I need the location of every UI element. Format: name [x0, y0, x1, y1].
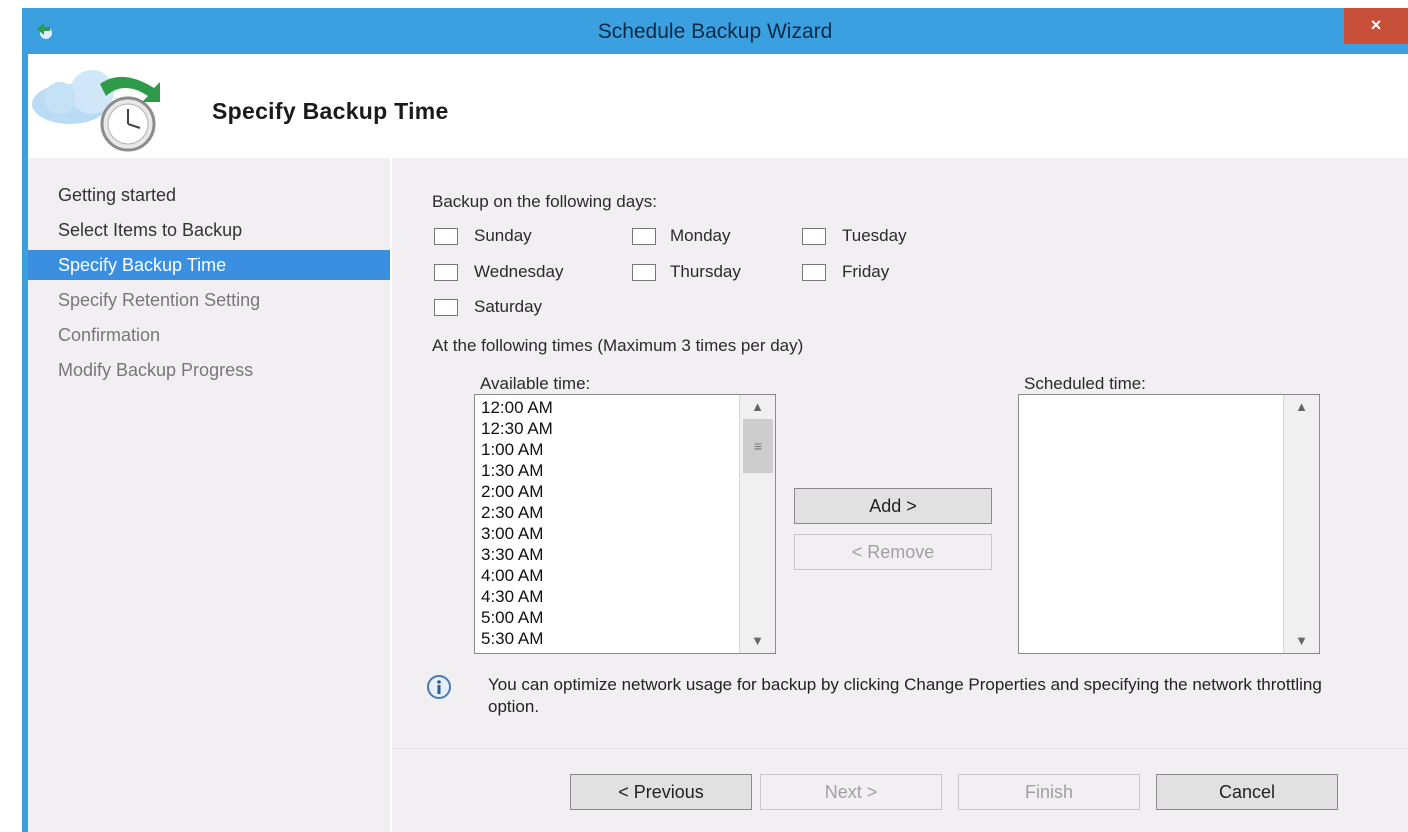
- cloud-clock-icon: [32, 70, 160, 152]
- finish-button[interactable]: Finish: [958, 774, 1140, 810]
- title-bar: Schedule Backup Wizard ×: [22, 8, 1408, 54]
- available-time-option[interactable]: 3:30 AM: [481, 544, 553, 565]
- times-heading: At the following times (Maximum 3 times …: [432, 336, 804, 355]
- label-monday: Monday: [670, 226, 731, 245]
- next-button[interactable]: Next >: [760, 774, 942, 810]
- checkbox-sunday[interactable]: [434, 228, 458, 245]
- nav-step-retention-setting[interactable]: Specify Retention Setting: [28, 285, 390, 315]
- label-friday: Friday: [842, 262, 890, 281]
- nav-step-specify-backup-time[interactable]: Specify Backup Time: [28, 250, 390, 280]
- label-wednesday: Wednesday: [474, 262, 564, 281]
- available-time-option[interactable]: 2:30 AM: [481, 502, 553, 523]
- scheduled-time-label: Scheduled time:: [1024, 374, 1146, 393]
- nav-step-select-items[interactable]: Select Items to Backup: [28, 215, 390, 245]
- available-time-option[interactable]: 5:00 AM: [481, 607, 553, 628]
- checkbox-monday[interactable]: [632, 228, 656, 245]
- available-time-option[interactable]: 1:00 AM: [481, 439, 553, 460]
- available-time-option[interactable]: 5:30 AM: [481, 628, 553, 649]
- close-button[interactable]: ×: [1344, 8, 1408, 44]
- wizard-content: Backup on the following days: Sunday Mon…: [392, 158, 1408, 832]
- available-time-option[interactable]: 3:00 AM: [481, 523, 553, 544]
- label-thursday: Thursday: [670, 262, 741, 281]
- checkbox-friday[interactable]: [802, 264, 826, 281]
- label-saturday: Saturday: [474, 297, 543, 316]
- available-time-items: 12:00 AM 12:30 AM 1:00 AM 1:30 AM 2:00 AM 2:3…: [481, 397, 553, 649]
- days-heading: Backup on the following days:: [432, 192, 657, 211]
- available-time-list[interactable]: 12:00 AM 12:30 AM 1:00 AM 1:30 AM 2:00 AM 2:3…: [474, 394, 776, 654]
- available-list-scrollbar[interactable]: ▲ ≡ ▼: [739, 395, 775, 653]
- wizard-window: Schedule Backup Wizard × Specify Backup …: [22, 8, 1408, 832]
- cancel-button[interactable]: Cancel: [1156, 774, 1338, 810]
- label-sunday: Sunday: [474, 226, 532, 245]
- checkbox-wednesday[interactable]: [434, 264, 458, 281]
- available-time-option[interactable]: 1:30 AM: [481, 460, 553, 481]
- wizard-header: Specify Backup Time: [28, 54, 1408, 158]
- wizard-step-nav: Getting started Select Items to Backup S…: [28, 158, 390, 832]
- scroll-down-icon[interactable]: ▼: [1284, 631, 1319, 651]
- scroll-up-icon[interactable]: ▲: [1284, 397, 1319, 417]
- label-tuesday: Tuesday: [842, 226, 907, 245]
- nav-step-confirmation[interactable]: Confirmation: [28, 320, 390, 350]
- window-title: Schedule Backup Wizard: [597, 20, 833, 43]
- available-time-option[interactable]: 4:00 AM: [481, 565, 553, 586]
- page-title: Specify Backup Time: [212, 98, 449, 124]
- available-time-option[interactable]: 12:30 AM: [481, 418, 553, 439]
- scheduled-list-scrollbar[interactable]: ▲ ▼: [1283, 395, 1319, 653]
- available-time-option[interactable]: 12:00 AM: [481, 397, 553, 418]
- nav-step-getting-started[interactable]: Getting started: [28, 180, 390, 210]
- previous-button[interactable]: < Previous: [570, 774, 752, 810]
- scroll-down-icon[interactable]: ▼: [740, 631, 775, 651]
- scroll-thumb[interactable]: ≡: [743, 419, 773, 473]
- nav-step-modify-progress[interactable]: Modify Backup Progress: [28, 355, 390, 385]
- footer-separator: [392, 748, 1408, 749]
- available-time-label: Available time:: [480, 374, 591, 393]
- scroll-up-icon[interactable]: ▲: [740, 397, 775, 417]
- add-button[interactable]: Add >: [794, 488, 992, 524]
- checkbox-thursday[interactable]: [632, 264, 656, 281]
- remove-button[interactable]: < Remove: [794, 534, 992, 570]
- available-time-option[interactable]: 2:00 AM: [481, 481, 553, 502]
- available-time-option[interactable]: 4:30 AM: [481, 586, 553, 607]
- info-message: You can optimize network usage for backu…: [488, 675, 1322, 716]
- checkbox-saturday[interactable]: [434, 299, 458, 316]
- info-icon: [427, 675, 451, 699]
- scheduled-time-list[interactable]: ▲ ▼: [1018, 394, 1320, 654]
- checkbox-tuesday[interactable]: [802, 228, 826, 245]
